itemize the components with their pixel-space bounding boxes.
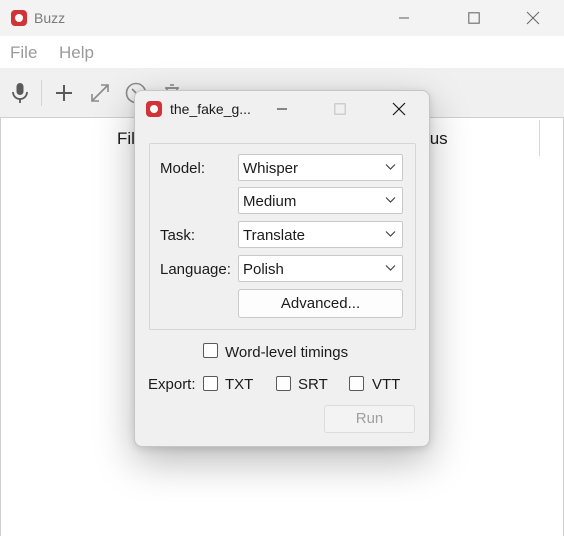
main-titlebar: Buzz <box>0 0 564 36</box>
menu-file[interactable]: File <box>10 43 37 63</box>
toolbar-separator <box>41 80 42 106</box>
word-level-timings-checkbox[interactable] <box>203 343 218 358</box>
model-label: Model: <box>160 160 206 177</box>
main-window-title: Buzz <box>34 10 66 26</box>
task-select[interactable]: Translate <box>238 221 403 248</box>
dialog-titlebar: the_fake_g... <box>135 91 429 127</box>
close-button[interactable] <box>510 0 556 36</box>
export-txt-checkbox[interactable] <box>203 376 218 391</box>
microphone-icon <box>12 83 28 103</box>
chevron-down-icon <box>385 197 396 203</box>
dialog-minimize-button[interactable] <box>259 91 305 127</box>
task-select-value: Translate <box>243 227 305 244</box>
language-select-value: Polish <box>243 261 284 278</box>
model-select[interactable]: Whisper <box>238 154 403 181</box>
export-vtt-checkbox[interactable] <box>349 376 364 391</box>
advanced-button[interactable]: Advanced... <box>238 289 403 318</box>
transcription-dialog: the_fake_g... Model: Whisper Medium Task… <box>134 90 430 447</box>
menu-help[interactable]: Help <box>59 43 94 63</box>
menubar: File Help <box>0 36 564 68</box>
chevron-down-icon <box>385 231 396 237</box>
record-button[interactable] <box>5 78 35 108</box>
minimize-icon <box>399 17 409 19</box>
dialog-maximize-button <box>317 91 363 127</box>
minimize-icon <box>277 108 287 110</box>
dialog-title: the_fake_g... <box>170 101 251 117</box>
language-label: Language: <box>160 261 231 278</box>
close-icon <box>392 102 406 116</box>
model-size-select[interactable]: Medium <box>238 187 403 214</box>
plus-icon <box>56 85 72 101</box>
maximize-icon <box>468 12 480 24</box>
minimize-button[interactable] <box>381 0 427 36</box>
run-button[interactable]: Run <box>324 405 415 433</box>
model-size-select-value: Medium <box>243 193 297 210</box>
buzz-app-icon <box>11 10 27 26</box>
expand-icon <box>91 84 109 102</box>
model-select-value: Whisper <box>243 160 299 177</box>
open-transcript-button[interactable] <box>85 78 115 108</box>
maximize-button[interactable] <box>451 0 497 36</box>
dialog-app-icon <box>146 101 162 117</box>
export-srt-checkbox[interactable] <box>276 376 291 391</box>
column-separator <box>539 120 540 156</box>
add-file-button[interactable] <box>49 78 79 108</box>
column-header-file[interactable]: Fil <box>117 129 135 149</box>
task-label: Task: <box>160 227 196 244</box>
dialog-close-button[interactable] <box>376 91 422 127</box>
close-icon <box>526 11 540 25</box>
chevron-down-icon <box>385 164 396 170</box>
export-label: Export: <box>148 376 196 393</box>
export-txt-label[interactable]: TXT <box>225 376 253 393</box>
export-srt-label[interactable]: SRT <box>298 376 328 393</box>
chevron-down-icon <box>385 265 396 271</box>
word-level-timings-label[interactable]: Word-level timings <box>225 344 348 361</box>
maximize-icon <box>334 103 346 115</box>
export-vtt-label[interactable]: VTT <box>372 376 400 393</box>
language-select[interactable]: Polish <box>238 255 403 282</box>
